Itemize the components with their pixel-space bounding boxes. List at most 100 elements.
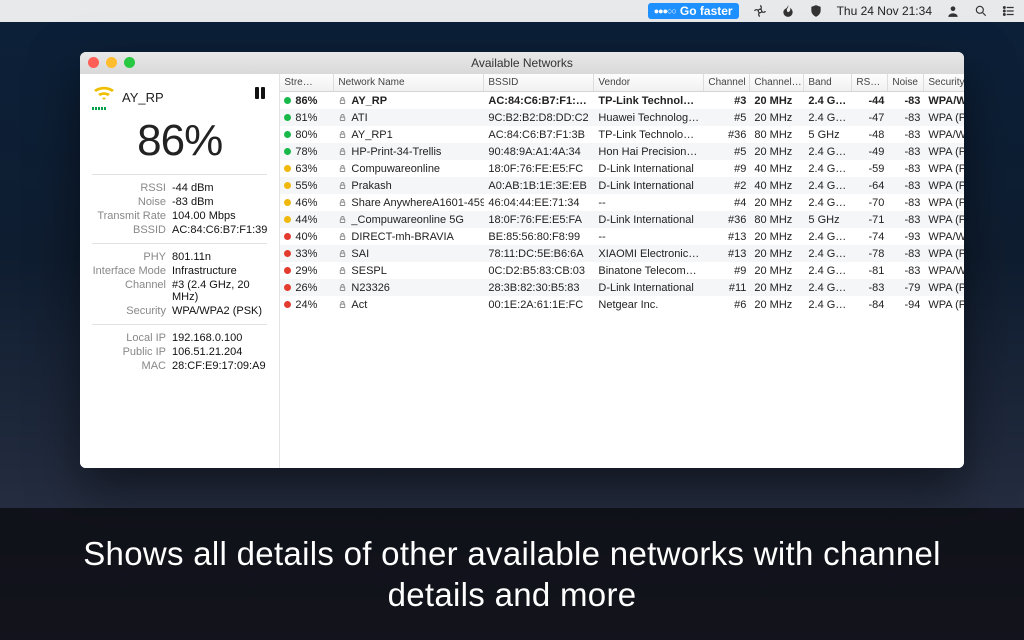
network-row[interactable]: 24%Act00:1E:2A:61:1E:FCNetgear Inc.#620 … [280,296,964,313]
lock-icon [338,266,347,275]
detail-value: 104.00 Mbps [172,210,267,222]
window-titlebar[interactable]: Available Networks [80,52,964,74]
column-header[interactable]: Channel [704,74,750,91]
network-row[interactable]: 86%AY_RPAC:84:C6:B7:F1:…TP-Link Technolo… [280,92,964,109]
network-row[interactable]: 26%N2332628:3B:82:30:B5:83D-Link Interna… [280,279,964,296]
cell-bssid: 46:04:44:EE:71:34 [484,197,594,209]
cell-channel-width: 20 MHz [750,265,804,277]
current-network-header: AY_RP [92,84,164,110]
detail-key: Transmit Rate [92,210,172,222]
cell-strength: 46% [280,197,334,209]
cell-noise: -83 [888,95,924,107]
column-header[interactable]: Channel… [750,74,804,91]
column-header[interactable]: Security [924,74,964,91]
cell-vendor: Netgear Inc. [594,299,704,311]
signal-dot-icon [284,165,291,172]
network-row[interactable]: 29%SESPL0C:D2:B5:83:CB:03Binatone Teleco… [280,262,964,279]
network-row[interactable]: 80%AY_RP1AC:84:C6:B7:F1:3BTP-Link Techno… [280,126,964,143]
table-body[interactable]: 86%AY_RPAC:84:C6:B7:F1:…TP-Link Technolo… [280,92,964,468]
cell-rssi: -74 [852,231,888,243]
network-row[interactable]: 33%SAI78:11:DC:5E:B6:6AXIAOMI Electronic… [280,245,964,262]
lock-icon [338,283,347,292]
cell-strength: 24% [280,299,334,311]
cell-bssid: 9C:B2:B2:D8:DD:C2 [484,112,594,124]
detail-value: 192.168.0.100 [172,332,267,344]
cell-rssi: -64 [852,180,888,192]
column-header[interactable]: BSSID [484,74,594,91]
cell-bssid: 18:0F:76:FE:E5:FA [484,214,594,226]
cell-bssid: A0:AB:1B:1E:3E:EB [484,180,594,192]
cell-bssid: 18:0F:76:FE:E5:FC [484,163,594,175]
cell-strength: 63% [280,163,334,175]
cell-band: 5 GHz [804,214,852,226]
menubar-list-icon[interactable] [1002,4,1016,18]
cell-channel: #2 [704,180,750,192]
cell-channel-width: 20 MHz [750,282,804,294]
sidebar-detail-row: Noise-83 dBm [92,195,267,209]
cell-strength: 86% [280,95,334,107]
lock-icon [338,181,347,190]
signal-dot-icon [284,199,291,206]
column-header[interactable]: RS… [852,74,888,91]
menubar-search-icon[interactable] [974,4,988,18]
cell-security: WPA (PSK) [924,180,964,192]
network-row[interactable]: 63%Compuwareonline18:0F:76:FE:E5:FCD-Lin… [280,160,964,177]
menubar-gofaster-pill[interactable]: ●●●○○ Go faster [648,3,739,19]
minimize-button[interactable] [106,57,117,68]
cell-rssi: -44 [852,95,888,107]
cell-vendor: D-Link International [594,163,704,175]
cell-rssi: -70 [852,197,888,209]
cell-channel: #13 [704,231,750,243]
network-row[interactable]: 40%DIRECT-mh-BRAVIABE:85:56:80:F8:99--#1… [280,228,964,245]
cell-vendor: XIAOMI Electronic… [594,248,704,260]
column-header[interactable]: Noise [888,74,924,91]
signal-dot-icon [284,148,291,155]
network-row[interactable]: 46%Share AnywhereA1601-45946:04:44:EE:71… [280,194,964,211]
pause-button[interactable] [255,87,267,99]
network-row[interactable]: 55%PrakashA0:AB:1B:1E:3E:EBD-Link Intern… [280,177,964,194]
menubar-fan-icon[interactable] [753,4,767,18]
cell-band: 2.4 GHz [804,231,852,243]
cell-channel-width: 80 MHz [750,214,804,226]
cell-security: WPA (PSK) [924,146,964,158]
wifi-icon [92,84,116,110]
zoom-button[interactable] [124,57,135,68]
cell-rssi: -71 [852,214,888,226]
cell-strength: 33% [280,248,334,260]
cell-band: 2.4 GHz [804,282,852,294]
cell-channel: #5 [704,112,750,124]
close-button[interactable] [88,57,99,68]
column-header[interactable]: Vendor [594,74,704,91]
cell-channel-width: 80 MHz [750,129,804,141]
cell-band: 2.4 GHz [804,95,852,107]
column-header[interactable]: Stre… [280,74,334,91]
cell-channel: #13 [704,248,750,260]
detail-value: 801.11n [172,251,267,263]
traffic-lights [88,57,135,68]
cell-security: WPA/WPA2 (PSK) [924,129,964,141]
cell-bssid: 00:1E:2A:61:1E:FC [484,299,594,311]
network-row[interactable]: 78%HP-Print-34-Trellis90:48:9A:A1:4A:34H… [280,143,964,160]
network-row[interactable]: 44%_Compuwareonline 5G18:0F:76:FE:E5:FAD… [280,211,964,228]
detail-key: RSSI [92,182,172,194]
cell-band: 2.4 GHz [804,299,852,311]
cell-noise: -83 [888,265,924,277]
cell-noise: -83 [888,248,924,260]
menubar-shield-icon[interactable] [809,4,823,18]
menubar-user-icon[interactable] [946,4,960,18]
cell-name: Compuwareonline [334,163,484,175]
table-header[interactable]: Stre…Network NameBSSIDVendorChannelChann… [280,74,964,92]
column-header[interactable]: Network Name [334,74,484,91]
network-row[interactable]: 81%ATI9C:B2:B2:D8:DD:C2Huawei Technologi… [280,109,964,126]
column-header[interactable]: Band [804,74,852,91]
cell-bssid: BE:85:56:80:F8:99 [484,231,594,243]
detail-key: Interface Mode [92,265,172,277]
cell-name: AY_RP [334,95,484,107]
menubar-flame-icon[interactable] [781,4,795,18]
menubar-datetime[interactable]: Thu 24 Nov 21:34 [837,4,932,18]
sidebar-detail-row: Channel#3 (2.4 GHz, 20 MHz) [92,278,267,304]
lock-icon [338,215,347,224]
lock-icon [338,147,347,156]
lock-icon [338,130,347,139]
cell-bssid: AC:84:C6:B7:F1:3B [484,129,594,141]
